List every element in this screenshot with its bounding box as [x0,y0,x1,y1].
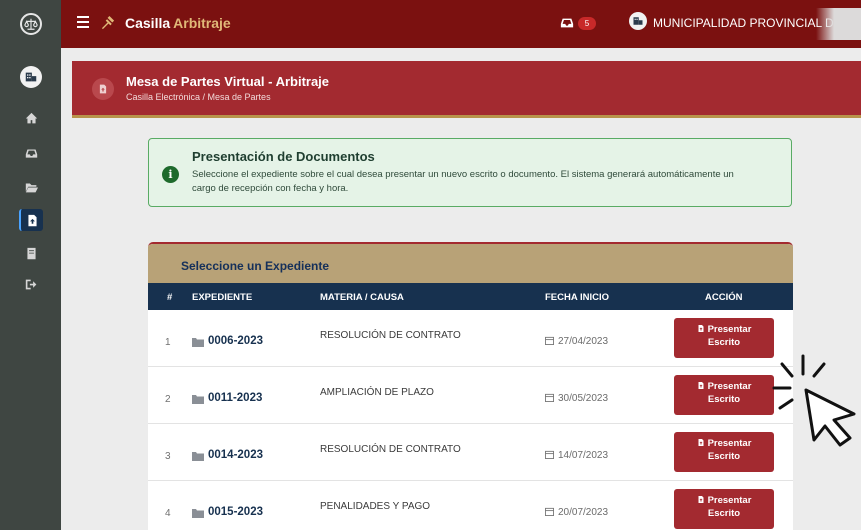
expediente-number[interactable]: 0011-2023 [208,392,262,404]
col-num: # [167,292,173,303]
sidebar-item-folders[interactable] [19,176,43,198]
hamburger-menu-icon[interactable] [77,16,89,28]
sidebar-item-book[interactable] [19,242,43,264]
inbox-icon [25,148,37,158]
avatar[interactable] [20,66,42,88]
book-icon [26,247,36,259]
presentar-escrito-button[interactable]: Presentar Escrito [674,318,774,358]
redaction-blur [816,8,861,40]
folder-icon [192,509,204,518]
notification-badge: 5 [578,17,596,30]
col-expediente: EXPEDIENTE [192,292,253,303]
expedientes-card: Seleccione un Expediente # EXPEDIENTE MA… [148,242,793,530]
expediente-number[interactable]: 0015-2023 [208,506,263,518]
card-header: Seleccione un Expediente [148,244,793,283]
sidebar [0,0,61,530]
sidebar-item-logout[interactable] [19,273,43,295]
row-number: 2 [165,394,171,405]
top-bar: Casilla Arbitraje 5 MUNICIPALIDAD PROVINC… [61,0,861,48]
sign-out-icon [25,279,36,289]
table-row: 4 0015-2023 PENALIDADES Y PAGO 20/07/202… [148,481,793,530]
calendar-icon [545,393,554,402]
info-text: Seleccione el expediente sobre el cual d… [192,169,734,194]
file-upload-icon [27,214,37,226]
sidebar-item-inbox[interactable] [19,142,43,164]
calendar-icon [545,450,554,459]
materia: RESOLUCIÓN DE CONTRATO [320,444,461,455]
materia: RESOLUCIÓN DE CONTRATO [320,330,461,341]
file-upload-icon [698,325,704,332]
presentar-escrito-button[interactable]: Presentar Escrito [674,489,774,529]
org-building-icon [629,12,647,30]
brand-title[interactable]: Casilla Arbitraje [125,15,231,31]
col-fecha: FECHA INICIO [545,292,610,303]
row-number: 3 [165,451,171,462]
col-accion: ACCIÓN [705,292,743,303]
calendar-icon [545,336,554,345]
file-upload-icon [698,439,704,446]
page-header: Mesa de Partes Virtual - Arbitraje Casil… [72,61,861,118]
folder-icon [192,338,204,347]
fecha-inicio: 30/05/2023 [558,393,609,404]
file-upload-icon [698,496,704,503]
click-cursor-icon [772,354,856,447]
gavel-icon [101,15,115,30]
table-row: 1 0006-2023 RESOLUCIÓN DE CONTRATO 27/04… [148,310,793,367]
file-upload-icon [92,78,114,100]
card-title: Seleccione un Expediente [181,259,330,273]
fecha-inicio: 14/07/2023 [558,450,609,461]
materia: AMPLIACIÓN DE PLAZO [320,387,434,398]
presentar-escrito-button[interactable]: Presentar Escrito [674,432,774,472]
table-header: # EXPEDIENTE MATERIA / CAUSA FECHA INICI… [148,283,793,310]
scales-logo-icon [20,13,42,35]
sidebar-item-mesa-de-partes[interactable] [19,209,43,231]
presentar-escrito-button[interactable]: Presentar Escrito [674,375,774,415]
breadcrumb: Casilla Electrónica / Mesa de Partes [126,92,271,102]
info-icon: i [162,166,179,183]
table-row: 3 0014-2023 RESOLUCIÓN DE CONTRATO 14/07… [148,424,793,481]
col-materia: MATERIA / CAUSA [320,292,404,303]
info-alert: i Presentación de Documentos Seleccione … [148,138,792,207]
table-row: 2 0011-2023 AMPLIACIÓN DE PLAZO 30/05/20… [148,367,793,424]
folder-icon [192,452,204,461]
sidebar-item-home[interactable] [19,107,43,129]
expediente-number[interactable]: 0006-2023 [208,335,263,347]
file-upload-icon [698,382,704,389]
fecha-inicio: 27/04/2023 [558,336,609,347]
row-number: 4 [165,508,171,519]
home-icon [25,112,37,123]
calendar-icon [545,507,554,516]
inbox-notification-icon[interactable] [560,16,574,30]
folder-open-icon [25,182,38,192]
materia: PENALIDADES Y PAGO [320,501,431,512]
fecha-inicio: 20/07/2023 [558,507,609,518]
page-title: Mesa de Partes Virtual - Arbitraje [126,74,330,89]
expediente-number[interactable]: 0014-2023 [208,449,263,461]
folder-icon [192,395,204,404]
info-title: Presentación de Documentos [192,149,375,164]
row-number: 1 [165,337,171,348]
